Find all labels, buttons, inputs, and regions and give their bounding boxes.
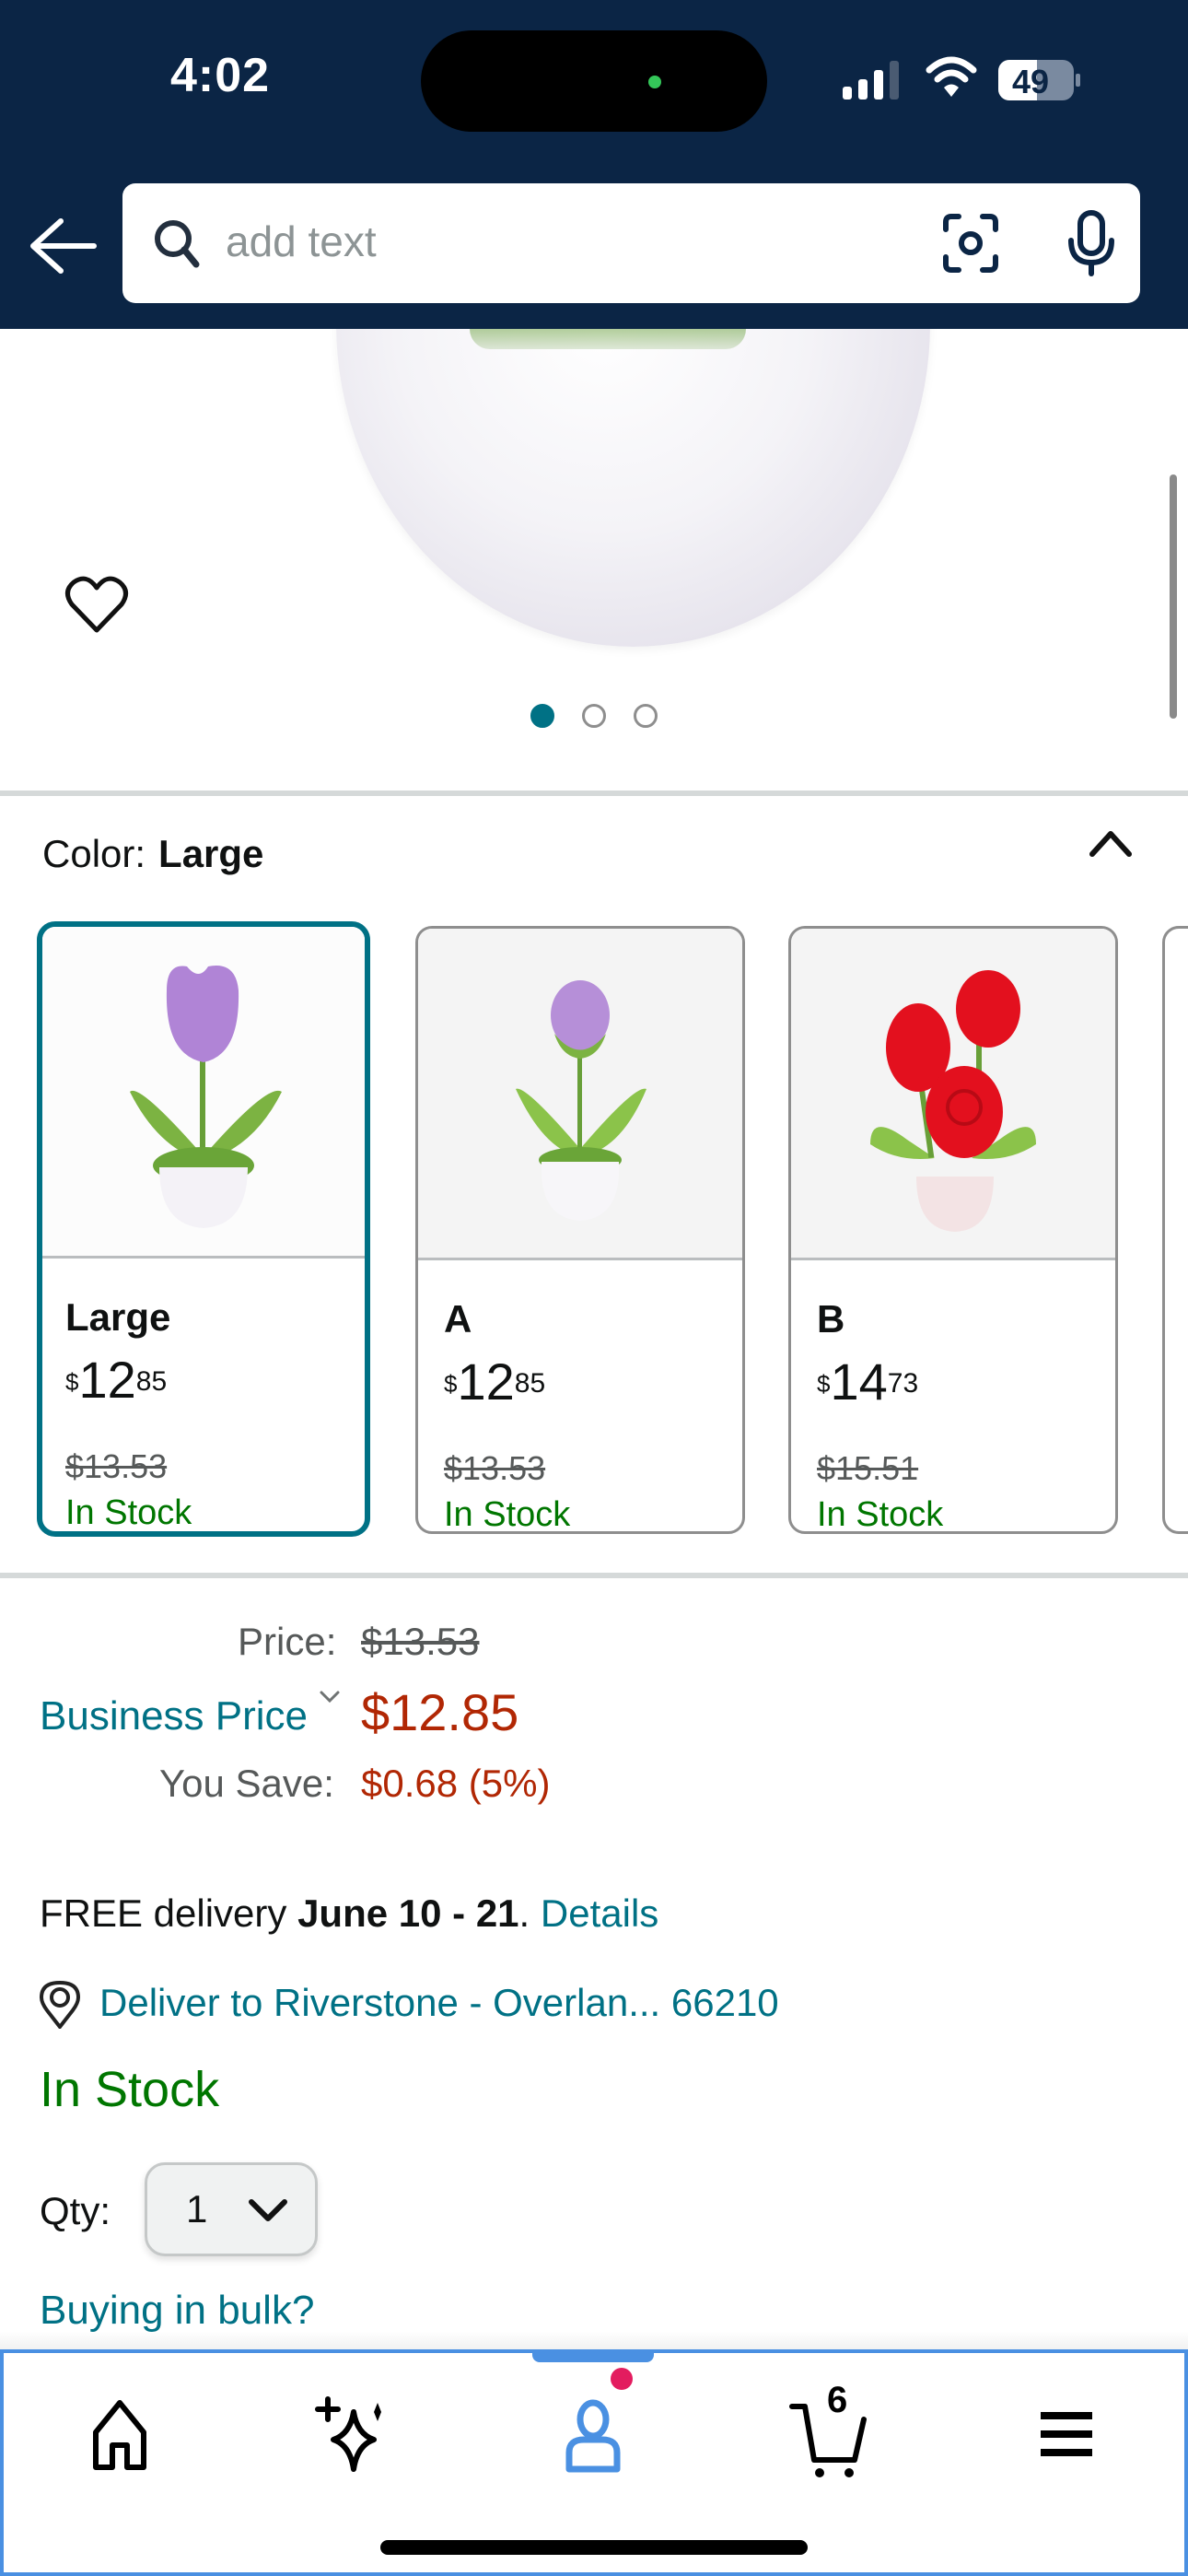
section-divider [0,790,1188,796]
carousel-dot[interactable] [530,704,554,728]
dynamic-island [421,30,767,132]
sparkle-icon[interactable] [309,2386,402,2478]
cellular-signal-icon [843,61,899,100]
home-indicator[interactable] [380,2540,808,2555]
variation-option-was-price: $13.53 [65,1447,168,1485]
delivery-message: FREE delivery June 10 - 21. Details [40,1891,658,1936]
you-save-label: You Save: [159,1762,334,1805]
delivery-dates: June 10 - 21 [297,1891,519,1935]
variation-option-name: A [444,1297,472,1341]
buying-in-bulk-link[interactable]: Buying in bulk? [40,2288,314,2334]
delivery-details-link[interactable]: Details [541,1891,658,1935]
variation-option-price: $1285 [65,1352,167,1408]
price-cents: 85 [135,1366,168,1397]
hamburger-menu-icon[interactable] [1022,2386,1114,2478]
stock-status: In Stock [40,2062,220,2117]
purple-tulip-image [130,965,282,1228]
variation-option-price: $1473 [817,1354,918,1410]
variation-option-next-peek[interactable] [1162,926,1188,1534]
swatch-image [42,927,365,1259]
wifi-icon [926,56,977,97]
camera-lens-icon[interactable] [942,213,999,274]
variation-label: Color: Large [42,832,263,876]
active-tab-indicator [532,2349,654,2362]
variation-option-stock: In Stock [444,1495,571,1534]
variation-key: Color: [42,832,146,875]
search-bar[interactable] [122,183,1140,303]
chevron-down-icon [249,2199,287,2221]
home-icon[interactable] [74,2386,166,2478]
currency-symbol: $ [817,1370,831,1398]
you-save-value: $0.68 (5%) [361,1762,551,1805]
variation-option-b[interactable]: B $1473 $15.51 In Stock [788,926,1118,1534]
quantity-value: 1 [186,2187,208,2231]
variation-option-was-price: $13.53 [444,1449,546,1487]
carousel-dot[interactable] [582,704,606,728]
app-header: 4:02 49 [0,0,1188,329]
variation-option-large[interactable]: Large $1285 $13.53 In Stock [37,921,370,1537]
nav-shadow [0,2331,1188,2351]
price-dollars: 12 [78,1351,136,1409]
price-dollars: 12 [457,1352,515,1411]
camera-indicator-dot [648,76,661,88]
product-image-carousel[interactable] [0,329,1188,792]
variation-option-was-price: $15.51 [817,1449,919,1487]
price-dollars: 14 [830,1352,888,1411]
battery-level: 49 [1012,63,1050,100]
page-scrollbar[interactable] [1170,474,1177,719]
currency-symbol: $ [65,1368,79,1396]
notification-badge [611,2368,633,2390]
section-divider [0,1573,1188,1578]
battery-icon: 49 [997,58,1082,102]
swatch-image [791,929,1115,1260]
microphone-icon[interactable] [1064,209,1119,277]
delivery-prefix: FREE delivery [40,1891,298,1935]
purple-bud-image [516,979,646,1221]
chevron-down-icon[interactable] [318,1688,342,1706]
cart-count-badge: 6 [827,2380,848,2420]
red-roses-image [870,969,1036,1232]
price-cents: 73 [887,1368,919,1399]
product-image-foliage [470,329,746,349]
price-label: Price: [238,1620,337,1663]
person-icon[interactable] [547,2386,639,2478]
delivery-suffix: . [518,1891,541,1935]
search-input[interactable] [226,209,981,274]
back-arrow-icon[interactable] [28,214,97,278]
list-price: $13.53 [361,1620,480,1663]
heart-outline-icon[interactable] [64,575,129,636]
variation-option-name: Large [65,1295,171,1339]
swatch-image [418,929,742,1260]
variation-option-a[interactable]: A $1285 $13.53 In Stock [415,926,745,1534]
search-icon [155,220,200,268]
carousel-dot[interactable] [634,704,658,728]
quantity-dropdown[interactable]: 1 [145,2162,318,2256]
deliver-to-link[interactable]: Deliver to Riverstone - Overlan... 66210 [99,1981,779,2025]
product-image [336,329,930,647]
variation-selected-value: Large [158,832,264,875]
variation-option-price: $1285 [444,1354,545,1410]
location-pin-icon [40,1981,80,2029]
currency-symbol: $ [444,1370,458,1398]
variation-option-name: B [817,1297,845,1341]
variation-option-stock: In Stock [817,1495,944,1534]
carousel-pagination [0,704,1188,732]
status-time: 4:02 [170,49,271,102]
chevron-up-icon[interactable] [1085,825,1136,863]
variation-option-stock: In Stock [65,1493,192,1532]
business-price-value: $12.85 [361,1683,519,1741]
business-price-toggle[interactable]: Business Price [40,1693,308,1739]
quantity-label: Qty: [40,2189,111,2232]
price-cents: 85 [514,1368,546,1399]
